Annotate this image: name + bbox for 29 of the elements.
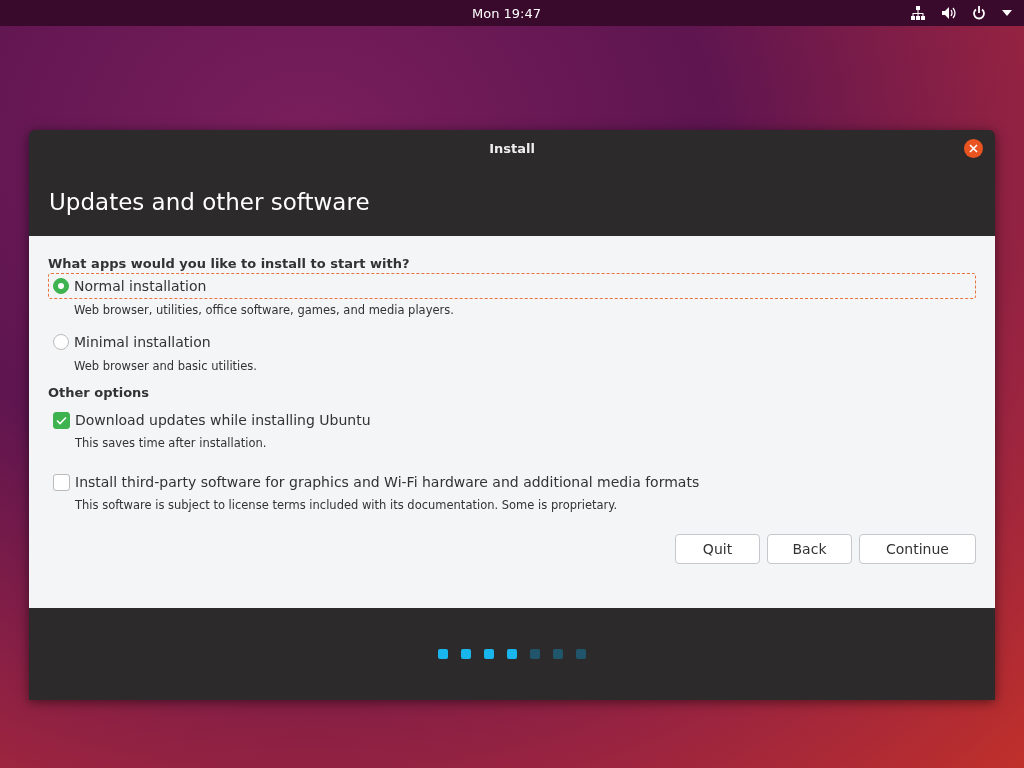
option-label[interactable]: Normal installation — [74, 278, 207, 294]
radio-button[interactable] — [53, 334, 69, 350]
option-description: This software is subject to license terms included with its documentation. Some is proprietary. — [74, 498, 619, 512]
radio-button[interactable] — [53, 278, 69, 294]
dialog-button[interactable]: Continue — [859, 534, 976, 564]
close-button[interactable] — [964, 139, 983, 158]
checkbox-label[interactable]: Download updates while installing Ubuntu — [75, 412, 371, 428]
option-description: Web browser and basic utilities. — [73, 359, 258, 373]
network-icon[interactable] — [911, 6, 925, 20]
radio-option[interactable]: Normal installation — [48, 273, 976, 299]
question-label: What apps would you like to install to start with? — [48, 256, 411, 271]
power-icon[interactable] — [972, 6, 986, 20]
option-description: Web browser, utilities, office software, games, and media players. — [73, 303, 455, 317]
option-description: This saves time after installation. — [74, 436, 268, 450]
radio-option[interactable]: Minimal installation — [48, 329, 976, 355]
close-icon[interactable] — [969, 144, 978, 153]
dialog-button[interactable]: Back — [767, 534, 852, 564]
option-label[interactable]: Minimal installation — [74, 334, 211, 350]
volume-icon[interactable] — [941, 6, 956, 20]
window-title: Install — [489, 141, 535, 156]
dialog-button[interactable]: Quit — [675, 534, 760, 564]
page-heading: Updates and other software — [49, 188, 370, 215]
clock[interactable]: Mon 19:47 — [12, 5, 911, 21]
dropdown-caret-icon[interactable] — [1002, 10, 1012, 16]
checkbox[interactable] — [53, 411, 70, 429]
section-heading: Other options — [48, 385, 151, 400]
checkbox-label[interactable]: Install third-party software for graphics and Wi-Fi hardware and additional media formats — [75, 474, 700, 490]
checkbox[interactable] — [53, 473, 70, 491]
checkmark-icon — [56, 415, 67, 425]
